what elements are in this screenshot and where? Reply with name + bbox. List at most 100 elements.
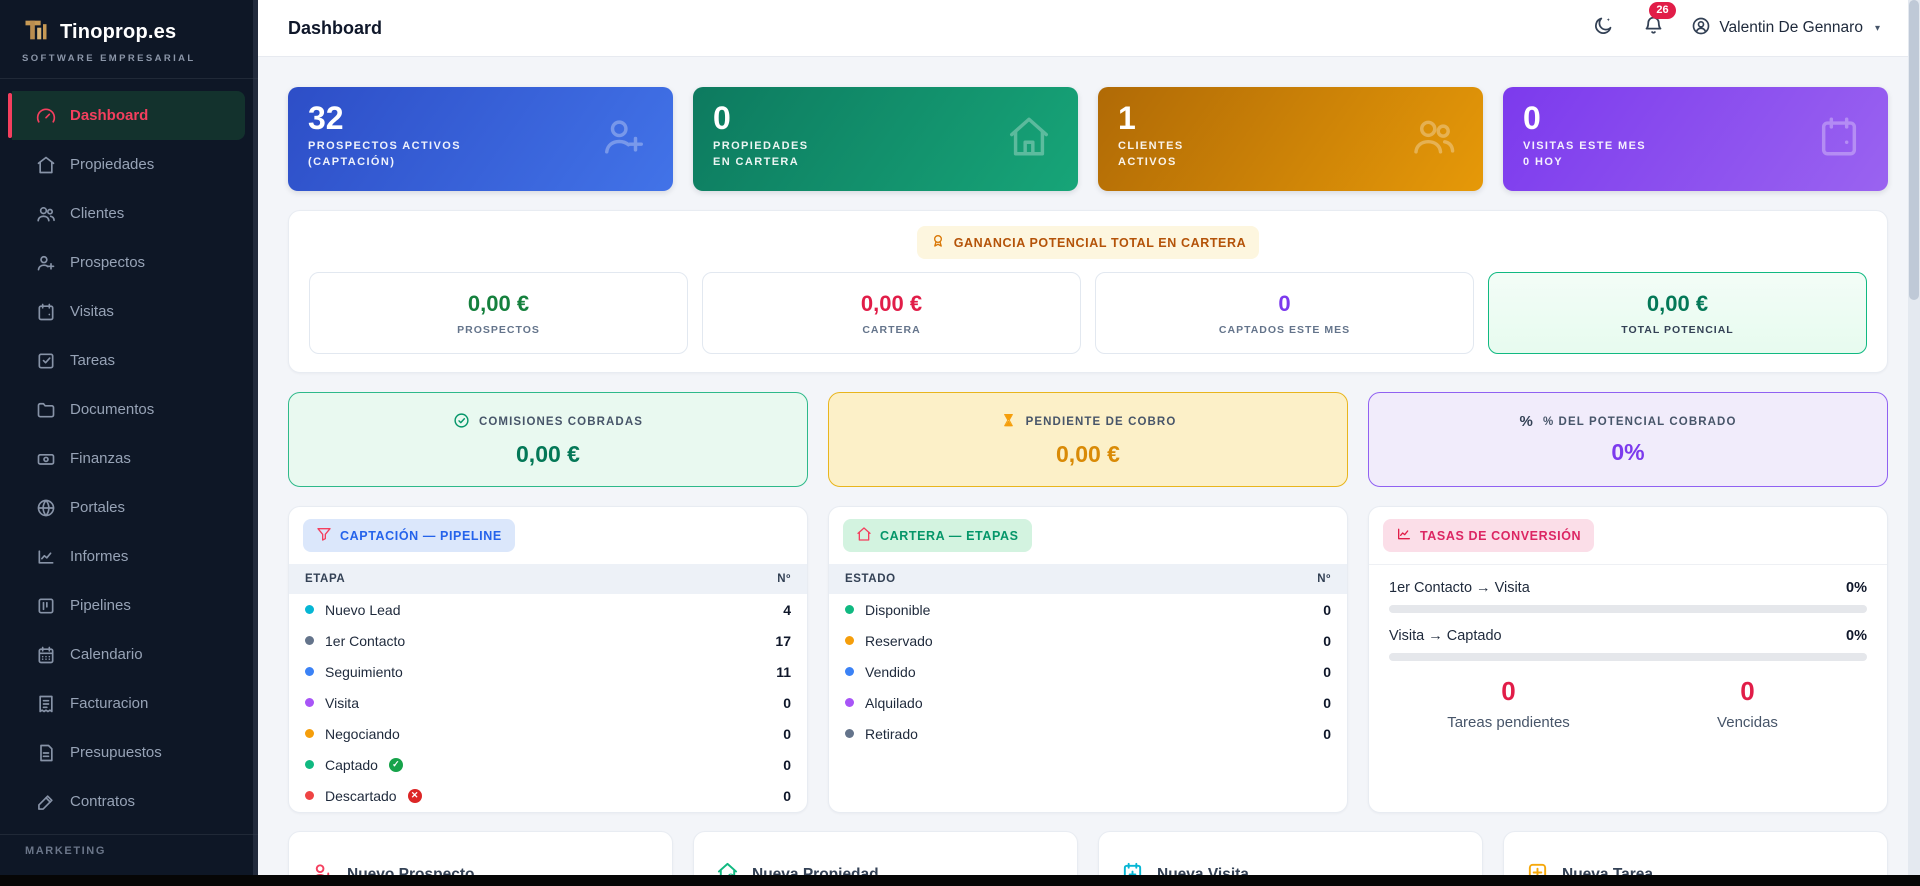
stage-dot — [845, 605, 854, 614]
stat-card-prospectos[interactable]: 32 PROSPECTOS ACTIVOS (CAPTACIÓN) — [288, 87, 673, 191]
medal-icon — [930, 233, 946, 252]
table-row: 1er Contacto 17 — [289, 625, 807, 656]
stat-card-clientes[interactable]: 1 CLIENTES ACTIVOS — [1098, 87, 1483, 191]
house-icon — [36, 155, 56, 175]
sidebar-item-pipelines[interactable]: Pipelines — [0, 581, 258, 630]
pipeline-table-header: ETAPA Nº — [289, 564, 807, 594]
users-icon — [36, 204, 56, 224]
table-row: Retirado 0 — [829, 718, 1347, 749]
table-row: Disponible 0 — [829, 594, 1347, 625]
cartera-table-header: ESTADO Nº — [829, 564, 1347, 594]
sidebar-item-documentos[interactable]: Documentos — [0, 385, 258, 434]
notifications-button[interactable]: 26 — [1641, 2, 1676, 40]
line-chart-icon — [36, 547, 56, 567]
main-area: Dashboard 26 Valentin De Gennaro ▾ 32 PR… — [258, 0, 1920, 886]
summary-value: 0,00 € — [516, 440, 580, 467]
captacion-pipeline-panel: CAPTACIÓN — PIPELINE ETAPA Nº Nuevo Lead … — [288, 506, 808, 813]
sidebar: Tinoprop.es SOFTWARE EMPRESARIAL Dashboa… — [0, 0, 258, 886]
sidebar-item-label: Informes — [70, 548, 129, 565]
potential-badge: GANANCIA POTENCIAL TOTAL EN CARTERA — [916, 226, 1260, 259]
sidebar-item-calendario[interactable]: Calendario — [0, 630, 258, 679]
sidebar-item-prospectos[interactable]: Prospectos — [0, 238, 258, 287]
table-row: Captado ✓ 0 — [289, 749, 807, 780]
potential-value: 0,00 € — [467, 290, 530, 316]
sidebar-item-presupuestos[interactable]: Presupuestos — [0, 728, 258, 777]
conversion-badge: TASAS DE CONVERSIÓN — [1383, 519, 1595, 552]
line-chart-icon — [1396, 526, 1412, 545]
sidebar-item-propiedades[interactable]: Propiedades — [0, 140, 258, 189]
brand-name: Tinoprop.es — [60, 21, 177, 43]
summary-row: COMISIONES COBRADAS 0,00 € PENDIENTE DE … — [288, 392, 1888, 487]
check-circle-icon — [453, 412, 470, 432]
user-menu[interactable]: Valentin De Gennaro ▾ — [1691, 16, 1880, 41]
chevron-down-icon: ▾ — [1874, 22, 1880, 34]
globe-icon — [36, 498, 56, 518]
stage-dot — [305, 636, 314, 645]
sidebar-item-label: Contratos — [70, 793, 136, 810]
check-square-icon — [36, 351, 56, 371]
user-plus-icon — [601, 114, 647, 165]
potential-value: 0 — [1278, 290, 1291, 316]
stage-dot — [305, 698, 314, 707]
house-icon — [1006, 114, 1052, 165]
potential-value: 0,00 € — [860, 290, 923, 316]
sidebar-item-tareas[interactable]: Tareas — [0, 336, 258, 385]
hourglass-icon — [1000, 412, 1017, 432]
sidebar-item-portales[interactable]: Portales — [0, 483, 258, 532]
sidebar-item-label: Clientes — [70, 205, 125, 222]
users-icon — [1411, 114, 1457, 165]
sidebar-item-facturacion[interactable]: Facturacion — [0, 679, 258, 728]
potential-earnings-card: GANANCIA POTENCIAL TOTAL EN CARTERA 0,00… — [288, 210, 1888, 373]
sidebar-item-finanzas[interactable]: Finanzas — [0, 434, 258, 483]
stage-dot — [845, 667, 854, 676]
progress-bar — [1389, 605, 1867, 613]
receipt-icon — [36, 694, 56, 714]
stage-dot — [305, 667, 314, 676]
sidebar-item-visitas[interactable]: Visitas — [0, 287, 258, 336]
pen-icon — [36, 792, 56, 812]
stage-dot — [845, 636, 854, 645]
stage-dot — [305, 760, 314, 769]
tasas-conversion-panel: TASAS DE CONVERSIÓN 1er Contacto → Visit… — [1368, 506, 1888, 813]
sidebar-item-clientes[interactable]: Clientes — [0, 189, 258, 238]
calendar-icon — [36, 302, 56, 322]
sidebar-item-contratos[interactable]: Contratos — [0, 777, 258, 826]
sidebar-item-dashboard[interactable]: Dashboard — [0, 91, 258, 140]
table-row: Reservado 0 — [829, 625, 1347, 656]
sidebar-item-informes[interactable]: Informes — [0, 532, 258, 581]
potential-prospectos: 0,00 € PROSPECTOS — [309, 272, 688, 354]
brand: Tinoprop.es SOFTWARE EMPRESARIAL — [0, 0, 258, 78]
user-plus-icon — [36, 253, 56, 273]
file-text-icon — [36, 743, 56, 763]
avatar-icon — [1691, 16, 1711, 41]
potential-total: 0,00 € TOTAL POTENCIAL — [1488, 272, 1867, 354]
folder-icon — [36, 400, 56, 420]
stat-card-propiedades[interactable]: 0 PROPIEDADES EN CARTERA — [693, 87, 1078, 191]
scrollbar-thumb[interactable] — [1909, 0, 1919, 300]
potential-captados: 0 CAPTADOS ESTE MES — [1095, 272, 1474, 354]
percent-icon: % — [1519, 413, 1534, 430]
pendiente-cobro-card: PENDIENTE DE COBRO 0,00 € — [828, 392, 1348, 487]
brand-logo-icon — [22, 16, 50, 49]
conversion-rate-row: Visita → Captado 0% — [1389, 628, 1867, 644]
tables-row: CAPTACIÓN — PIPELINE ETAPA Nº Nuevo Lead … — [288, 506, 1888, 813]
potential-label: CARTERA — [862, 323, 921, 336]
potencial-cobrado-card: % % DEL POTENCIAL COBRADO 0% — [1368, 392, 1888, 487]
stage-dot — [305, 729, 314, 738]
cross-badge-icon: ✕ — [407, 788, 422, 803]
gauge-icon — [36, 106, 56, 126]
table-row: Nuevo Lead 4 — [289, 594, 807, 625]
vencidas-stat: 0 Vencidas — [1717, 676, 1778, 731]
dashboard-content: 32 PROSPECTOS ACTIVOS (CAPTACIÓN) 0 PROP… — [258, 57, 1920, 886]
comisiones-cobradas-card: COMISIONES COBRADAS 0,00 € — [288, 392, 808, 487]
potential-label: PROSPECTOS — [457, 323, 540, 336]
user-name: Valentin De Gennaro — [1719, 19, 1863, 36]
check-badge-icon: ✓ — [388, 757, 403, 772]
page-title: Dashboard — [288, 17, 383, 38]
app-root: Tinoprop.es SOFTWARE EMPRESARIAL Dashboa… — [0, 0, 1920, 886]
progress-bar — [1389, 653, 1867, 661]
pipeline-badge: CAPTACIÓN — PIPELINE — [303, 519, 515, 552]
dark-mode-toggle[interactable] — [1591, 16, 1615, 40]
stat-card-visitas[interactable]: 0 VISITAS ESTE MES 0 HOY — [1503, 87, 1888, 191]
sidebar-item-label: Pipelines — [70, 597, 131, 614]
